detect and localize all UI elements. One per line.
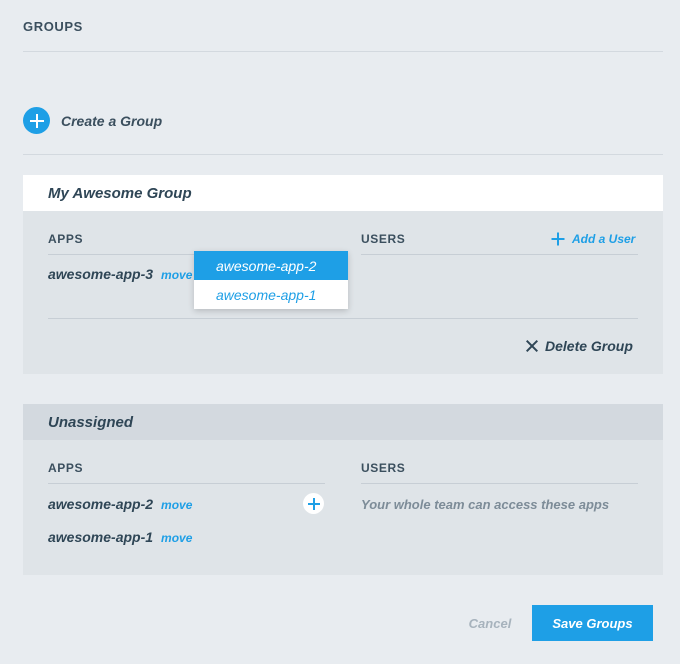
app-name: awesome-app-1	[48, 529, 154, 545]
app-name: awesome-app-3	[48, 266, 154, 282]
plus-circle-icon	[23, 107, 50, 134]
users-column-label: USERS	[361, 232, 406, 246]
save-groups-button[interactable]: Save Groups	[532, 605, 653, 641]
users-column-label: USERS	[361, 461, 406, 475]
add-user-label: Add a User	[572, 232, 636, 246]
app-name: awesome-app-2	[48, 496, 154, 512]
apps-column-label: APPS	[48, 232, 84, 246]
users-note: Your whole team can access these apps	[361, 497, 610, 512]
divider	[23, 154, 663, 155]
list-item: awesome-app-1 move	[48, 529, 192, 545]
column-divider	[48, 483, 325, 484]
group-divider	[48, 318, 638, 319]
dropdown-option[interactable]: awesome-app-2	[194, 251, 348, 280]
list-item: awesome-app-2 move	[48, 496, 192, 512]
move-link[interactable]: move	[161, 498, 192, 512]
dropdown-option[interactable]: awesome-app-1	[194, 280, 348, 309]
move-link[interactable]: move	[161, 268, 192, 282]
group-card-unassigned: Unassigned APPS USERS awesome-app-2 move…	[23, 404, 663, 575]
create-group-button[interactable]: Create a Group	[23, 107, 162, 134]
create-group-label: Create a Group	[61, 112, 163, 129]
add-app-dropdown: awesome-app-2 awesome-app-1	[194, 251, 348, 309]
column-divider	[361, 483, 638, 484]
plus-icon	[551, 233, 564, 246]
add-user-button[interactable]: Add a User	[551, 232, 635, 246]
list-item: awesome-app-3 move	[48, 266, 192, 282]
cancel-button[interactable]: Cancel	[450, 605, 530, 641]
apps-column-label: APPS	[48, 461, 84, 475]
move-link[interactable]: move	[161, 531, 192, 545]
group-name: Unassigned	[23, 404, 663, 440]
close-icon	[526, 340, 538, 352]
delete-group-label: Delete Group	[545, 338, 633, 354]
group-name[interactable]: My Awesome Group	[23, 175, 663, 211]
add-app-plus-icon[interactable]	[303, 493, 324, 514]
divider	[23, 51, 663, 52]
page-title: GROUPS	[23, 19, 83, 34]
column-divider	[361, 254, 638, 255]
delete-group-button[interactable]: Delete Group	[526, 338, 633, 354]
